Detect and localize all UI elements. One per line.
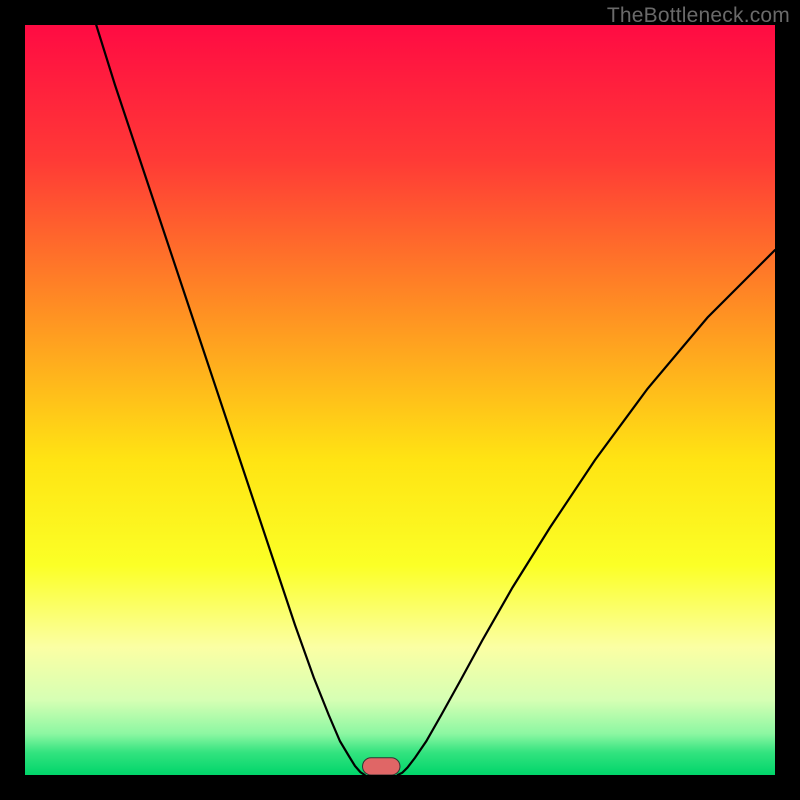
chart-frame: TheBottleneck.com [0,0,800,800]
chart-svg [25,25,775,775]
plot-area [25,25,775,775]
bottleneck-marker [363,758,401,775]
gradient-background [25,25,775,775]
